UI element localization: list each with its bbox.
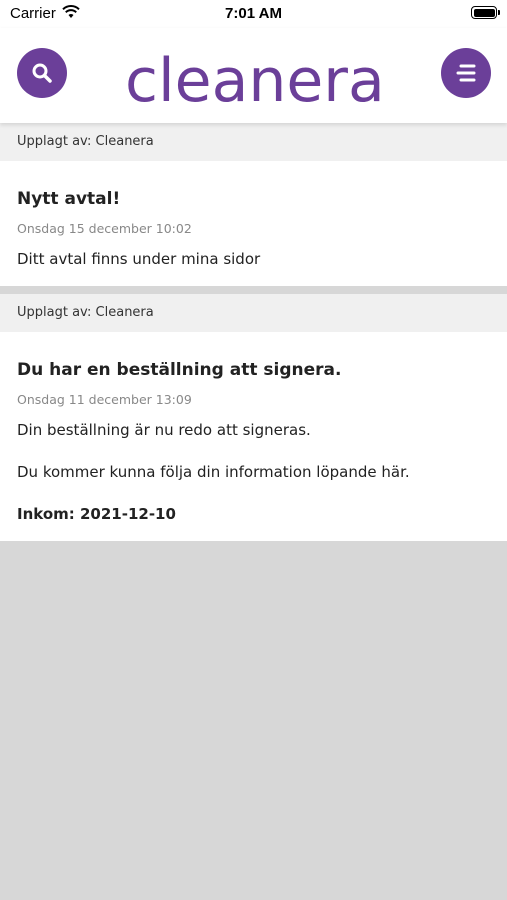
divider (0, 286, 507, 294)
status-bar: Carrier 7:01 AM (0, 0, 507, 28)
cleanera-logo: cleanera (125, 46, 385, 116)
post-author: Upplagt av: Cleanera (0, 294, 507, 332)
search-button[interactable] (17, 48, 67, 98)
post-card[interactable]: Upplagt av: Cleanera Nytt avtal! Onsdag … (0, 123, 507, 286)
battery-icon (471, 6, 500, 19)
post-date: Onsdag 11 december 13:09 (17, 392, 192, 407)
post-date: Onsdag 15 december 10:02 (17, 221, 192, 236)
post-received-date: Inkom: 2021-12-10 (17, 505, 176, 523)
post-text: Du kommer kunna följa din information lö… (17, 463, 410, 481)
post-card[interactable]: Upplagt av: Cleanera Du har en beställni… (0, 294, 507, 541)
post-author: Upplagt av: Cleanera (0, 123, 507, 161)
post-title: Du har en beställning att signera. (17, 360, 342, 380)
post-text: Din beställning är nu redo att signeras. (17, 421, 311, 439)
clock: 7:01 AM (225, 5, 282, 22)
post-body: Du har en beställning att signera. Onsda… (0, 332, 507, 541)
post-body: Nytt avtal! Onsdag 15 december 10:02 Dit… (0, 161, 507, 286)
post-text: Ditt avtal finns under mina sidor (17, 250, 261, 268)
menu-icon (456, 64, 476, 82)
post-title: Nytt avtal! (17, 189, 121, 209)
logo-text: cleanera (125, 46, 385, 116)
news-feed: Upplagt av: Cleanera Nytt avtal! Onsdag … (0, 123, 507, 541)
menu-button[interactable] (441, 48, 491, 98)
search-icon (32, 63, 52, 83)
app-header: cleanera (0, 28, 507, 123)
